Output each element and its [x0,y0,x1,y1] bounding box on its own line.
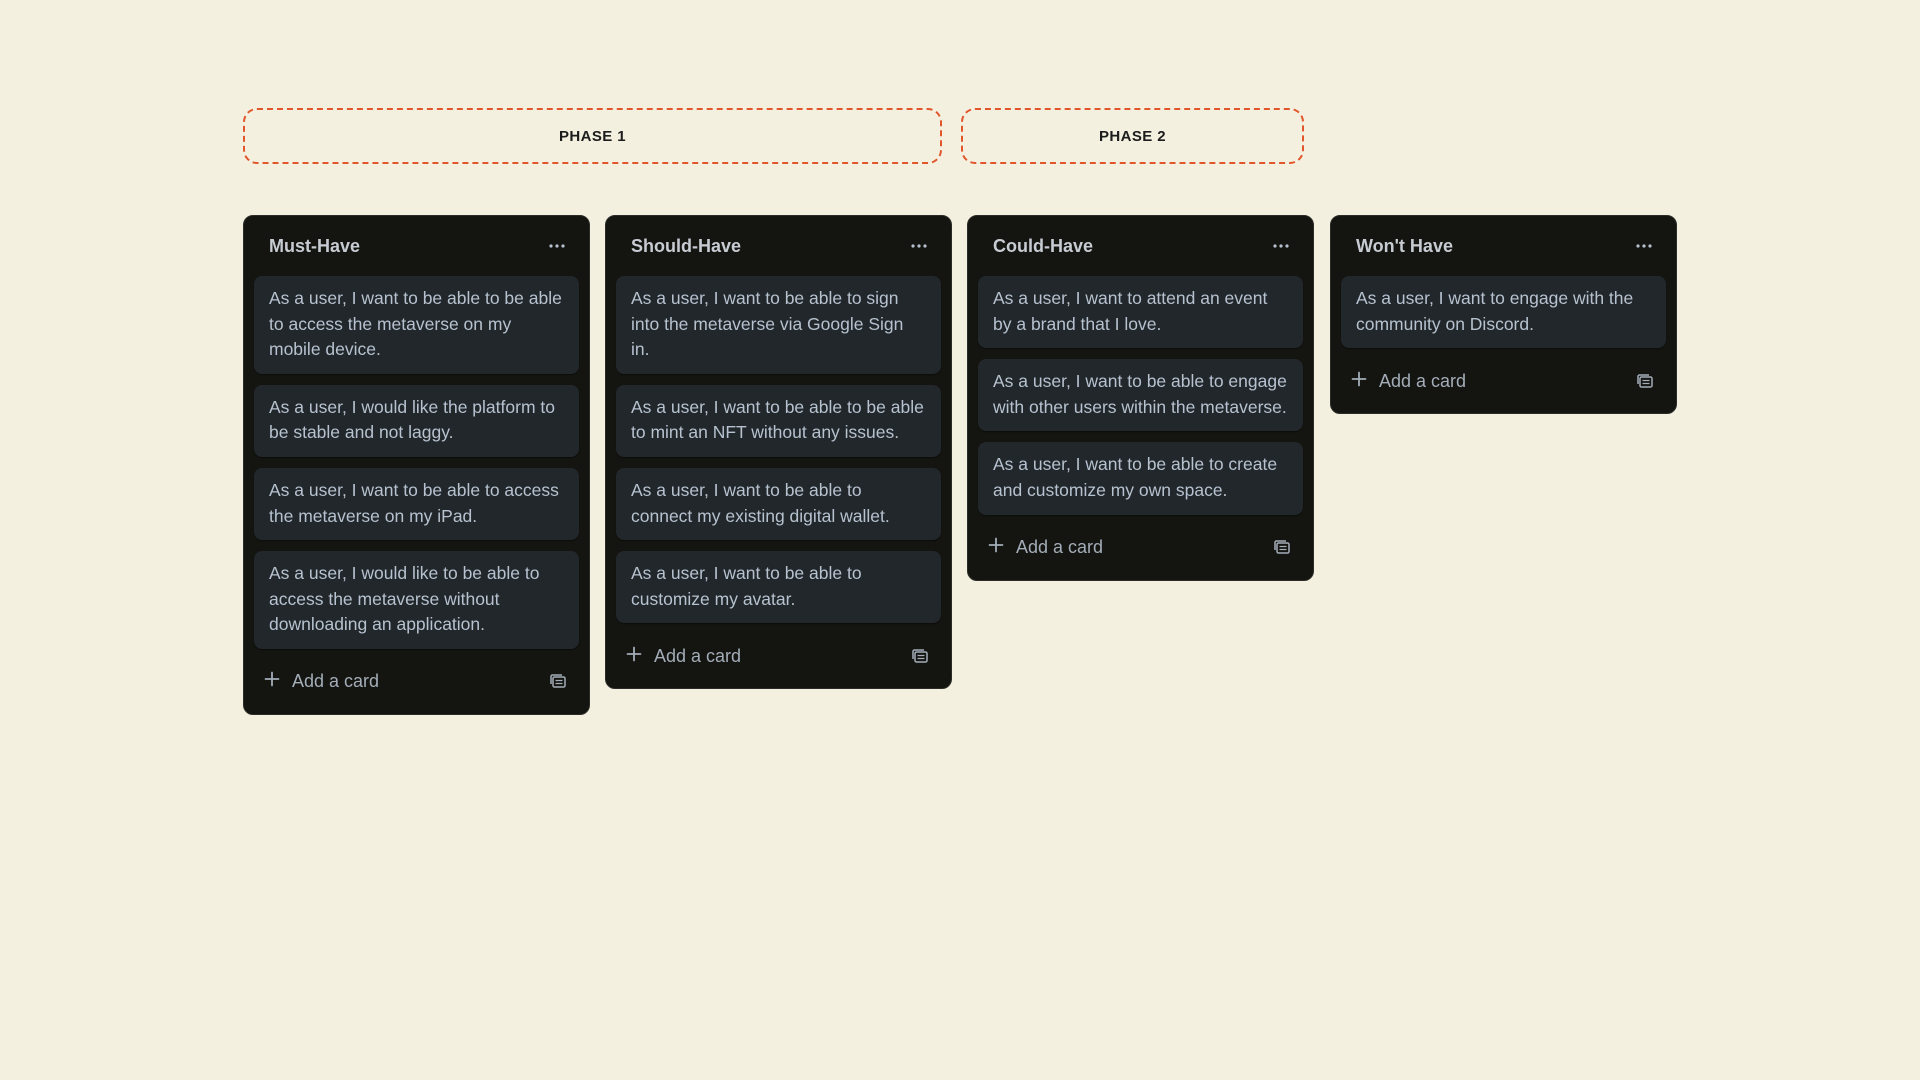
plus-icon [264,671,280,692]
list-should-have: Should-Have As a user, I want to be able… [605,215,952,690]
card[interactable]: As a user, I want to be able to engage w… [978,359,1303,432]
card-template-icon[interactable] [905,641,935,671]
card[interactable]: As a user, I want to be able to be able … [616,384,941,457]
list-footer: Add a card [616,634,941,678]
list-wont-have: Won't Have As a user, I want to engage w… [1330,215,1677,415]
card[interactable]: As a user, I want to be able to customiz… [616,551,941,624]
add-card-label: Add a card [654,645,742,666]
card[interactable]: As a user, I would like the platform to … [254,384,579,457]
card[interactable]: As a user, I would like to be able to ac… [254,551,579,649]
list-must-have: Must-Have As a user, I want to be able t… [243,215,590,715]
card[interactable]: As a user, I want to engage with the com… [1341,276,1666,349]
list-title[interactable]: Could-Have [993,236,1093,257]
card[interactable]: As a user, I want to be able to be able … [254,276,579,374]
list-header: Must-Have [254,216,579,276]
phase-2-label: PHASE 2 [1099,127,1166,145]
add-card-button[interactable]: Add a card [988,537,1103,558]
list-title[interactable]: Should-Have [631,236,741,257]
list-header: Won't Have [1341,216,1666,276]
card[interactable]: As a user, I want to be able to create a… [978,442,1303,515]
list-header: Should-Have [616,216,941,276]
more-horizontal-icon[interactable] [1265,232,1297,260]
plus-icon [1351,371,1367,392]
add-card-button[interactable]: Add a card [626,646,741,667]
list-title[interactable]: Must-Have [269,236,360,257]
list-title[interactable]: Won't Have [1356,236,1453,257]
plus-icon [626,646,642,667]
list-footer: Add a card [1341,359,1666,403]
list-header: Could-Have [978,216,1303,276]
card-template-icon[interactable] [1267,533,1297,563]
more-horizontal-icon[interactable] [903,232,935,260]
add-card-button[interactable]: Add a card [264,671,379,692]
phase-1-label: PHASE 1 [559,127,626,145]
card[interactable]: As a user, I want to be able to access t… [254,467,579,541]
card[interactable]: As a user, I want to be able to connect … [616,467,941,541]
card[interactable]: As a user, I want to be able to sign int… [616,276,941,374]
add-card-label: Add a card [1016,537,1104,558]
phase-1-banner: PHASE 1 [243,108,942,164]
plus-icon [988,537,1004,558]
card[interactable]: As a user, I want to attend an event by … [978,276,1303,349]
phase-2-banner: PHASE 2 [961,108,1304,164]
list-could-have: Could-Have As a user, I want to attend a… [967,215,1314,581]
add-card-label: Add a card [292,671,380,692]
add-card-button[interactable]: Add a card [1351,371,1466,392]
card-template-icon[interactable] [1630,366,1660,396]
list-footer: Add a card [254,660,579,704]
more-horizontal-icon[interactable] [541,232,573,260]
list-footer: Add a card [978,526,1303,570]
card-template-icon[interactable] [543,667,573,697]
add-card-label: Add a card [1379,370,1467,391]
more-horizontal-icon[interactable] [1628,232,1660,260]
